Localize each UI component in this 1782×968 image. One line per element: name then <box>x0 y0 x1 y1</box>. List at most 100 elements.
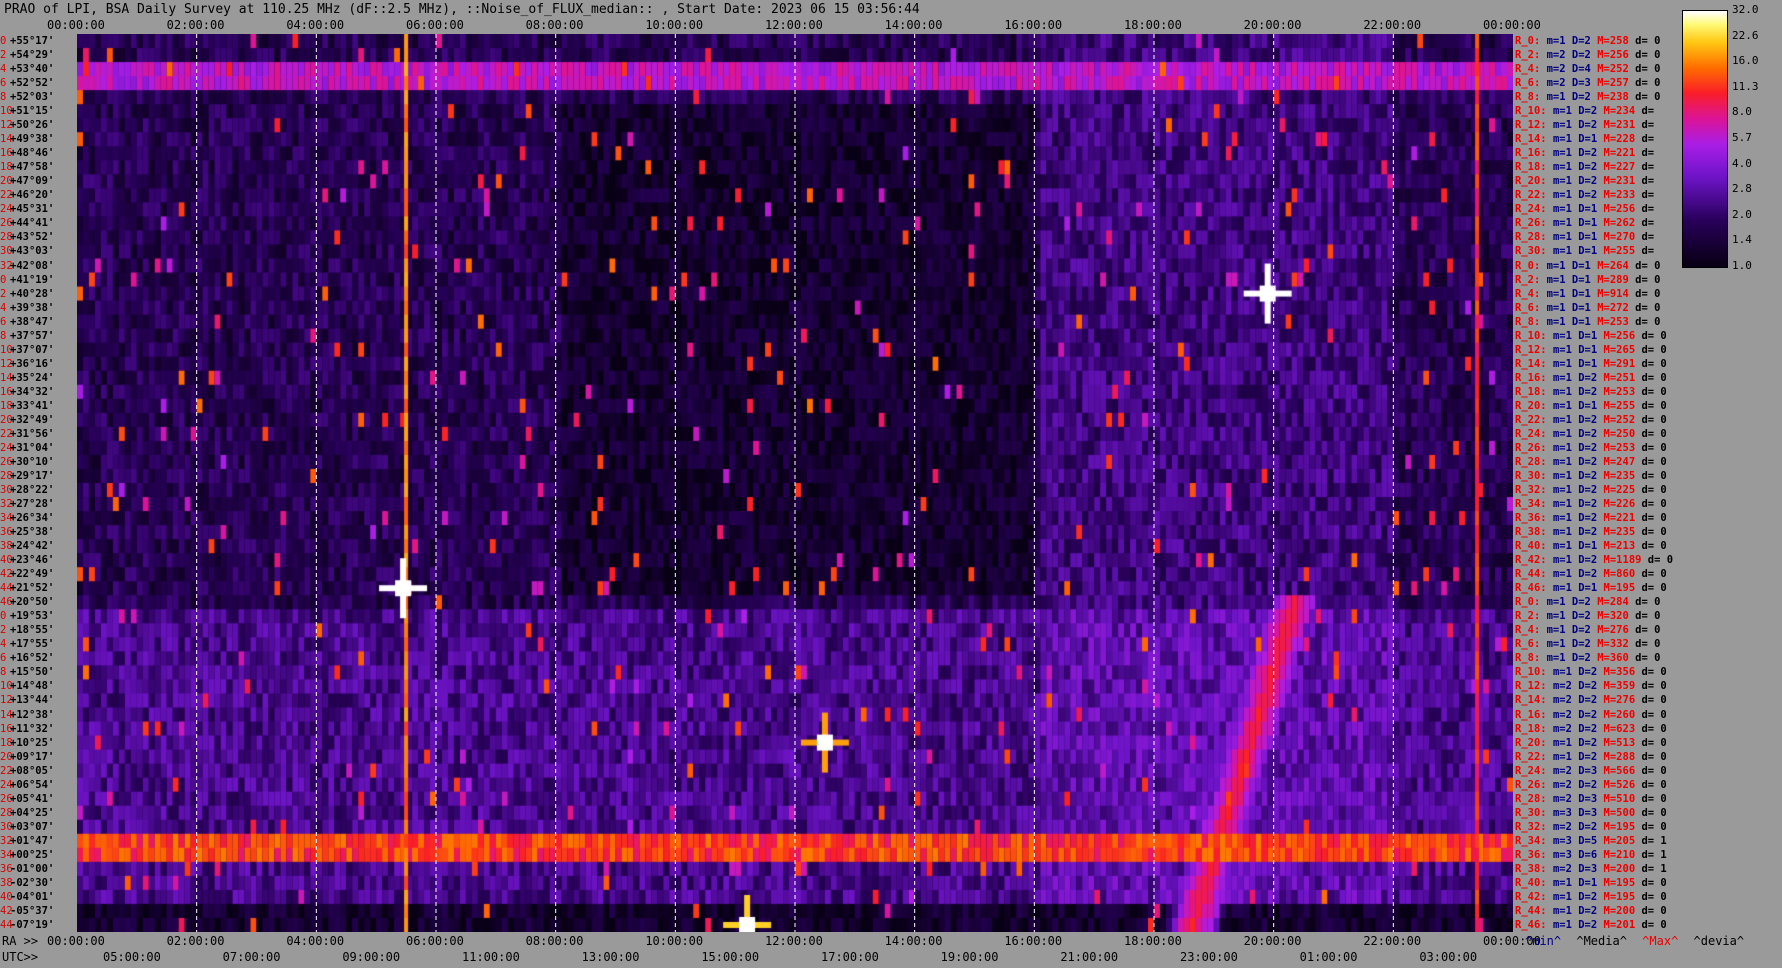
declination-row: 26+44°41' <box>0 216 54 230</box>
declination-value: +42°08' <box>10 259 55 272</box>
declination-row: 14+49°38' <box>0 132 54 146</box>
declination-row: 28+04°25' <box>0 806 54 820</box>
stat-r: R_34: <box>1515 498 1553 511</box>
stat-dev: d= 0 <box>1635 287 1661 300</box>
stat-m: m=1 <box>1552 918 1579 931</box>
stat-d: D=2 <box>1578 568 1604 581</box>
stat-dev: d= 0 <box>1635 652 1661 665</box>
stat-m: m=1 <box>1552 498 1579 511</box>
stat-m: m=1 <box>1552 161 1579 174</box>
stat-d: D=2 <box>1578 484 1604 496</box>
stat-M: M=238 <box>1597 91 1636 104</box>
stat-M: M=276 <box>1603 694 1642 707</box>
stat-r: R_30: <box>1515 469 1553 482</box>
stat-dev: d= <box>1641 161 1655 174</box>
declination-row: 46+20°50' <box>0 595 54 609</box>
stat-dev: d= 0 <box>1641 484 1667 496</box>
stat-row: R_4: m=1 D=2 M=276 d= 0 <box>1515 623 1660 637</box>
declination-index: 46 <box>0 596 13 609</box>
stat-dev: d= 0 <box>1641 498 1667 511</box>
stat-row: R_24: m=1 D=1 M=256 d= <box>1515 202 1654 216</box>
declination-value: +09°17' <box>10 750 55 763</box>
ra-axis-tick: 10:00:00 <box>645 934 704 948</box>
declination-row: 8 +37°57' <box>0 329 54 343</box>
stat-M: M=195 <box>1603 582 1642 595</box>
stat-m: m=1 <box>1552 876 1579 889</box>
stat-r: R_6: <box>1515 638 1547 651</box>
top-axis-tick: 14:00:00 <box>884 18 943 32</box>
top-axis-tick: 04:00:00 <box>286 18 345 32</box>
declination-value: +37°57' <box>10 329 55 342</box>
stat-row: R_18: m=1 D=2 M=227 d= <box>1515 160 1654 174</box>
stat-m: m=1 <box>1546 596 1572 609</box>
stat-row: R_32: m=1 D=2 M=225 d= 0 <box>1515 483 1667 497</box>
stat-m: m=1 <box>1552 568 1579 581</box>
stat-row: R_44: m=1 D=2 M=200 d= 0 <box>1515 904 1667 918</box>
stat-M: M=255 <box>1603 399 1642 412</box>
legend-deviation: ^devia^ <box>1693 934 1745 948</box>
declination-index: 26 <box>0 217 13 230</box>
declination-value: +54°29' <box>10 49 55 62</box>
stat-row: R_4: m=1 D=1 M=914 d= 0 <box>1515 287 1660 301</box>
stat-dev: d= 0 <box>1641 371 1667 384</box>
declination-index: 22 <box>0 764 13 777</box>
declination-value: +52°03' <box>10 91 55 104</box>
declination-index: 42 <box>0 904 13 917</box>
stat-d: D=1 <box>1578 582 1604 595</box>
stat-d: D=1 <box>1578 217 1604 230</box>
stat-dev: d= <box>1641 133 1655 146</box>
stat-m: m=1 <box>1552 189 1579 202</box>
declination-value: +05°41' <box>10 792 55 805</box>
declination-index: 42 <box>0 568 13 581</box>
declination-row: 30+28°22' <box>0 483 54 497</box>
declination-row: 16+34°32' <box>0 385 54 399</box>
colorbar-tick: 11.3 <box>1732 79 1759 93</box>
declination-value: +37°07' <box>10 343 55 356</box>
stat-M: M=288 <box>1603 750 1642 763</box>
stat-dev: d= <box>1641 147 1655 160</box>
declination-row: 8 +52°03' <box>0 90 54 104</box>
stat-dev: d= 0 <box>1641 764 1667 777</box>
declination-index: 34 <box>0 848 13 861</box>
stat-row: R_0: m=1 D=1 M=264 d= 0 <box>1515 259 1660 273</box>
stat-row: R_26: m=2 D=2 M=526 d= 0 <box>1515 778 1667 792</box>
declination-row: 0 +55°17' <box>0 34 54 48</box>
utc-axis-tick: 09:00:00 <box>342 950 401 964</box>
stat-row: R_28: m=1 D=1 M=270 d= <box>1515 230 1654 244</box>
declination-index: 0 <box>0 35 7 47</box>
stat-M: M=566 <box>1603 764 1642 777</box>
declination-value: +16°52' <box>10 652 55 665</box>
declination-value: +53°40' <box>10 63 55 76</box>
stat-m: m=1 <box>1546 638 1572 651</box>
declination-row: 16+11°32' <box>0 722 54 736</box>
stat-dev: d= 1 <box>1641 834 1667 847</box>
declination-row: 20+47°09' <box>0 174 54 188</box>
stat-row: R_24: m=1 D=2 M=250 d= 0 <box>1515 427 1667 441</box>
declination-value: +49°38' <box>10 133 55 146</box>
stat-row: R_28: m=1 D=2 M=247 d= 0 <box>1515 455 1667 469</box>
stat-r: R_28: <box>1515 231 1553 244</box>
declination-value: -04°01' <box>10 890 55 903</box>
stat-m: m=1 <box>1552 512 1579 525</box>
stat-row: R_24: m=2 D=3 M=566 d= 0 <box>1515 764 1667 778</box>
declination-row: 24+06°54' <box>0 778 54 792</box>
stat-m: m=1 <box>1552 147 1579 160</box>
declination-index: 4 <box>0 301 7 314</box>
stat-dev: d= 0 <box>1641 357 1667 370</box>
declination-index: 6 <box>0 315 7 328</box>
stat-m: m=3 <box>1552 806 1579 819</box>
stat-d: D=3 <box>1578 764 1604 777</box>
declination-value: +33°41' <box>10 399 55 412</box>
stat-m: m=1 <box>1546 624 1572 637</box>
stat-M: M=1189 <box>1603 554 1648 567</box>
stat-r: R_14: <box>1515 357 1553 370</box>
stat-M: M=332 <box>1597 638 1636 651</box>
stat-row: R_10: m=1 D=2 M=234 d= <box>1515 104 1654 118</box>
stat-d: D=2 <box>1578 778 1604 791</box>
stat-row: R_34: m=1 D=2 M=226 d= 0 <box>1515 497 1667 511</box>
ra-axis-tick: 12:00:00 <box>765 934 823 948</box>
stat-M: M=227 <box>1603 161 1642 174</box>
declination-index: 36 <box>0 862 13 875</box>
stat-r: R_0: <box>1515 259 1547 272</box>
stat-M: M=231 <box>1603 119 1642 132</box>
